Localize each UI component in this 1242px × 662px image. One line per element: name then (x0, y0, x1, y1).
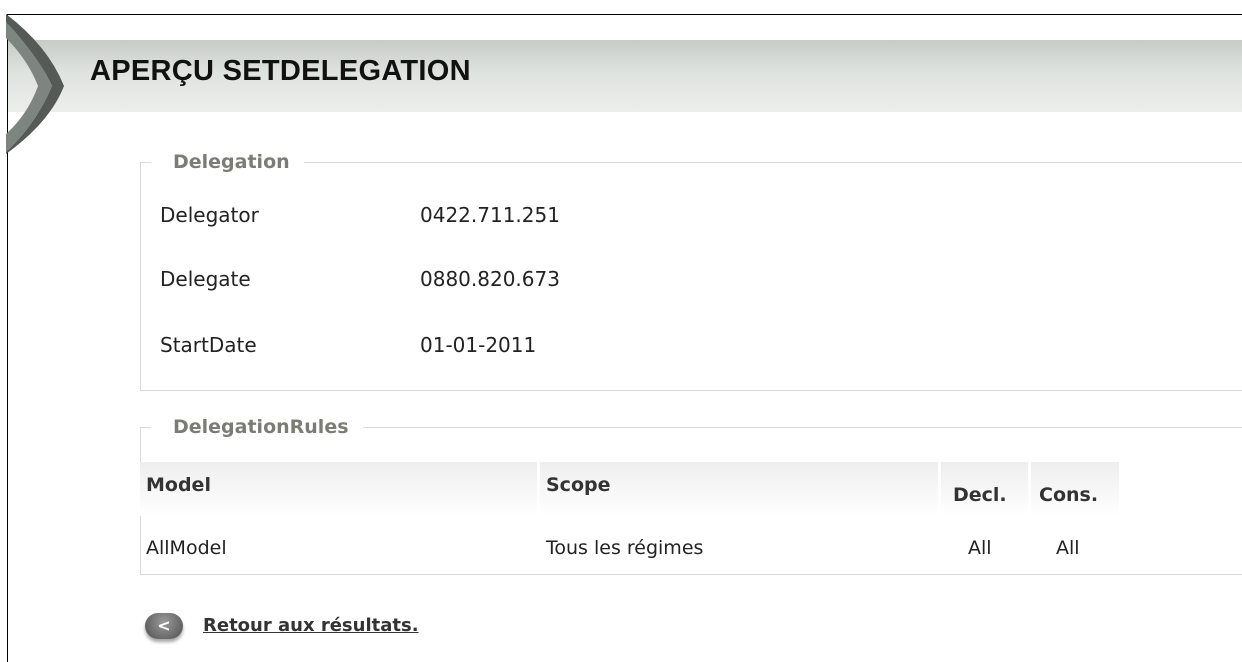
chevron-left-icon: < (157, 616, 171, 635)
column-header-scope-label: Scope (546, 474, 611, 496)
cell-scope: Tous les régimes (546, 537, 704, 559)
chevron-right-icon (6, 14, 64, 154)
delegate-value: 0880.820.673 (420, 267, 560, 291)
startdate-label: StartDate (160, 333, 257, 357)
column-header-scope: Scope (540, 462, 938, 516)
cell-model: AllModel (146, 537, 227, 559)
column-header-cons-label: Cons. (1039, 484, 1099, 506)
column-header-model: Model (140, 462, 537, 516)
page-title: APERÇU SETDELEGATION (90, 55, 471, 87)
delegation-section: Delegation (140, 151, 1242, 391)
delegation-rules-legend: DelegationRules (173, 416, 349, 438)
delegation-legend: Delegation (173, 151, 290, 173)
back-button[interactable]: < (145, 613, 183, 639)
column-header-model-label: Model (146, 474, 211, 496)
page-frame-top (7, 14, 1242, 15)
column-header-decl-label: Decl. (953, 484, 1007, 506)
delegator-value: 0422.711.251 (420, 203, 560, 227)
cell-cons: All (1056, 537, 1080, 559)
column-header-cons: Cons. (1031, 462, 1119, 516)
delegator-label: Delegator (160, 203, 259, 227)
column-header-decl: Decl. (941, 462, 1028, 516)
delegate-label: Delegate (160, 267, 251, 291)
back-to-results-link[interactable]: Retour aux résultats. (203, 615, 419, 636)
cell-decl: All (968, 537, 992, 559)
startdate-value: 01-01-2011 (420, 333, 537, 357)
